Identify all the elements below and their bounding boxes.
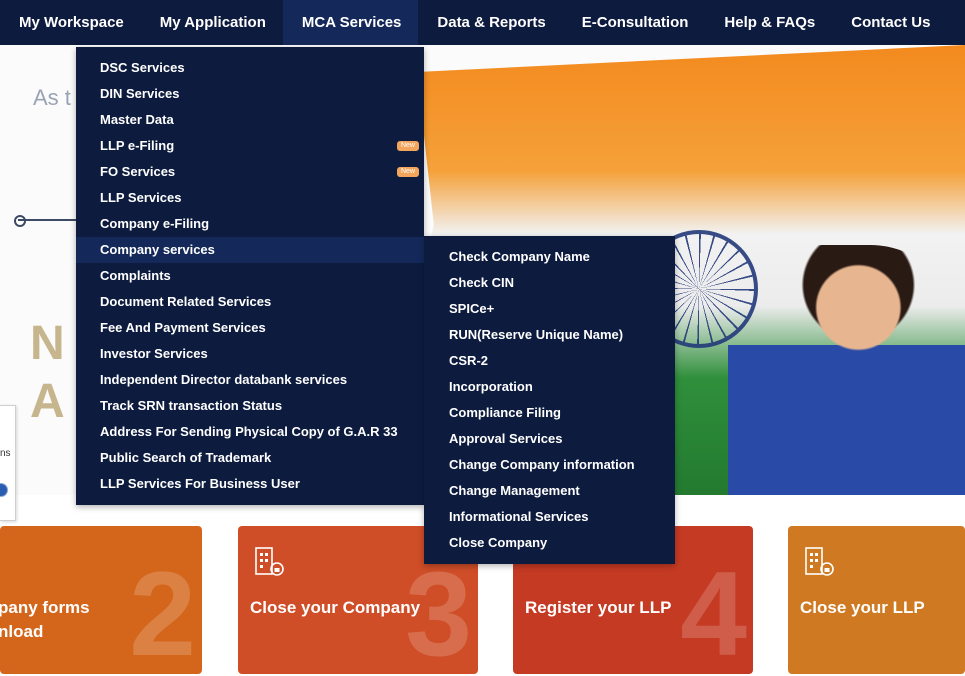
card-title-line-1: pany forms — [0, 598, 90, 617]
menu-company-services[interactable]: Company services — [76, 237, 424, 263]
timeline-dot-icon — [14, 215, 26, 227]
menu-public-search-trademark[interactable]: Public Search of Trademark — [76, 445, 424, 471]
menu-item-label: FO Services — [100, 164, 176, 179]
menu-investor-services[interactable]: Investor Services — [76, 341, 424, 367]
new-badge: New — [396, 167, 419, 177]
submenu-compliance-filing[interactable]: Compliance Filing — [424, 400, 675, 426]
banner-letter-2: A — [30, 375, 65, 428]
nav-my-workspace[interactable]: My Workspace — [0, 0, 141, 45]
menu-din-services[interactable]: DIN Services — [76, 81, 424, 107]
menu-fo-services[interactable]: FO Services New — [76, 159, 424, 185]
card-title: Close your LLP — [800, 598, 925, 617]
menu-master-data[interactable]: Master Data — [76, 107, 424, 133]
banner-partial-heading: N A — [30, 315, 65, 431]
saluting-child-image — [728, 245, 965, 495]
submenu-approval-services[interactable]: Approval Services — [424, 426, 675, 452]
nav-help-faqs[interactable]: Help & FAQs — [705, 0, 832, 45]
nav-contact-us[interactable]: Contact Us — [832, 0, 947, 45]
building-icon — [805, 547, 834, 576]
building-icon — [255, 547, 284, 576]
globe-icon[interactable] — [0, 483, 8, 497]
menu-llp-services[interactable]: LLP Services — [76, 185, 424, 211]
submenu-check-company-name[interactable]: Check Company Name — [424, 244, 675, 270]
side-widget[interactable]: ns — [0, 405, 16, 521]
mca-services-dropdown: DSC Services DIN Services Master Data LL… — [76, 47, 424, 505]
menu-llp-services-business-user[interactable]: LLP Services For Business User — [76, 471, 424, 497]
menu-independent-director-databank[interactable]: Independent Director databank services — [76, 367, 424, 393]
menu-track-srn-status[interactable]: Track SRN transaction Status — [76, 393, 424, 419]
nav-mca-services[interactable]: MCA Services — [282, 0, 419, 45]
card-company-forms-download[interactable]: 2 pany forms nload — [0, 526, 202, 674]
nav-e-consultation[interactable]: E-Consultation — [563, 0, 706, 45]
submenu-spice-plus[interactable]: SPICe+ — [424, 296, 675, 322]
submenu-change-management[interactable]: Change Management — [424, 478, 675, 504]
nav-my-application[interactable]: My Application — [141, 0, 283, 45]
card-number: 4 — [680, 547, 747, 674]
menu-address-gar-33[interactable]: Address For Sending Physical Copy of G.A… — [76, 419, 424, 445]
menu-llp-e-filing[interactable]: LLP e-Filing New — [76, 133, 424, 159]
side-widget-text: ns — [0, 448, 11, 459]
card-title: pany forms nload — [0, 596, 90, 644]
menu-company-e-filing[interactable]: Company e-Filing — [76, 211, 424, 237]
submenu-check-cin[interactable]: Check CIN — [424, 270, 675, 296]
company-services-submenu: Check Company Name Check CIN SPICe+ RUN(… — [424, 236, 675, 564]
submenu-run[interactable]: RUN(Reserve Unique Name) — [424, 322, 675, 348]
submenu-incorporation[interactable]: Incorporation — [424, 374, 675, 400]
menu-complaints[interactable]: Complaints — [76, 263, 424, 289]
submenu-csr-2[interactable]: CSR-2 — [424, 348, 675, 374]
card-title-line-2: nload — [0, 622, 44, 641]
card-number: 2 — [129, 547, 196, 674]
banner-letter-1: N — [30, 317, 65, 370]
top-navigation: My Workspace My Application MCA Services… — [0, 0, 965, 45]
menu-fee-and-payment-services[interactable]: Fee And Payment Services — [76, 315, 424, 341]
menu-dsc-services[interactable]: DSC Services — [76, 55, 424, 81]
menu-item-label: LLP e-Filing — [100, 138, 175, 153]
submenu-change-company-information[interactable]: Change Company information — [424, 452, 675, 478]
banner-partial-text: As t — [33, 85, 71, 110]
nav-data-reports[interactable]: Data & Reports — [418, 0, 562, 45]
card-close-your-llp[interactable]: Close your LLP — [788, 526, 965, 674]
card-title: Close your Company — [250, 598, 421, 617]
timeline-line — [18, 219, 78, 221]
submenu-close-company[interactable]: Close Company — [424, 530, 675, 556]
menu-document-related-services[interactable]: Document Related Services — [76, 289, 424, 315]
card-title: Register your LLP — [525, 598, 672, 617]
submenu-informational-services[interactable]: Informational Services — [424, 504, 675, 530]
new-badge: New — [396, 141, 419, 151]
